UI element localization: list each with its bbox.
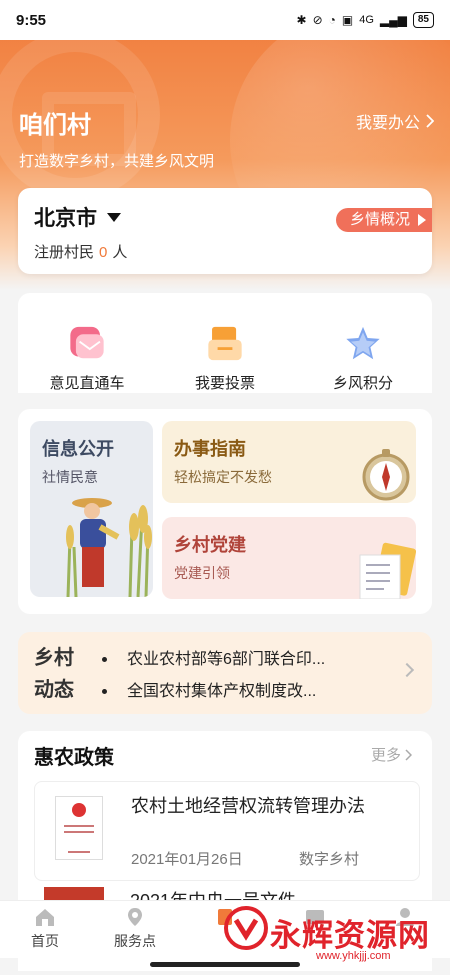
- section-title: 惠农政策: [34, 747, 114, 769]
- slogan: 打造数字乡村，共建乡风文明: [19, 153, 215, 170]
- national-emblem-icon: [72, 803, 86, 817]
- tab-home[interactable]: 首页: [0, 901, 90, 958]
- ballot-icon: [208, 326, 242, 361]
- party-building-card[interactable]: 乡村党建 党建引领: [162, 517, 416, 599]
- bluetooth-icon: ✱: [296, 13, 307, 27]
- document-thumbnail: [55, 796, 103, 860]
- quick-action-points[interactable]: 乡风积分: [294, 293, 432, 393]
- signal-icon: ▂▄▆: [379, 13, 407, 27]
- office-link[interactable]: 我要办公: [356, 109, 434, 133]
- news-item[interactable]: 农业农村部等6部门联合印...: [102, 644, 392, 676]
- party-card-title: 乡村党建: [174, 535, 246, 555]
- policy-date: 2021年01月26日: [131, 851, 243, 868]
- star-icon: [346, 326, 380, 360]
- site-watermark: 永辉资源网 www.yhkjjj.com: [210, 902, 450, 964]
- info-card-subtitle: 社情民意: [42, 469, 98, 485]
- village-news[interactable]: 乡村 动态 农业农村部等6部门联合印... 全国农村集体产权制度改...: [18, 632, 432, 714]
- info-disclosure-card[interactable]: 信息公开 社情民意: [30, 421, 153, 597]
- document-folder-icon: [359, 542, 416, 599]
- battery-icon: 85: [412, 12, 434, 28]
- more-link[interactable]: 更多: [371, 744, 412, 765]
- home-icon: [36, 909, 54, 926]
- mail-icon: [70, 326, 104, 359]
- clock-icon: ◔: [328, 13, 336, 27]
- watermark-logo-icon: [224, 906, 268, 950]
- quick-actions: 意见直通车 我要投票 乡风积分: [18, 293, 432, 393]
- location-icon: [128, 908, 142, 926]
- status-bar: 9:55 ✱ ⊘ ◔ ▣ 4G ▂▄▆ 85: [0, 0, 450, 40]
- news-title: 乡村 动态: [34, 647, 74, 701]
- quick-action-feedback[interactable]: 意见直通车: [18, 293, 156, 393]
- city-name: 北京市: [34, 207, 97, 230]
- news-item[interactable]: 全国农村集体产权制度改...: [102, 676, 392, 708]
- play-arrow-icon: [418, 214, 426, 226]
- guide-card-title: 办事指南: [174, 439, 246, 459]
- info-card-title: 信息公开: [42, 439, 114, 459]
- home-indicator: [150, 962, 300, 967]
- tab-service-point[interactable]: 服务点: [90, 901, 180, 958]
- policy-source: 数字乡村: [299, 851, 360, 868]
- services-panel: 信息公开 社情民意 办事指南 轻松搞定不发愁 乡村党建 党建引领: [18, 409, 432, 614]
- hd-icon: ▣: [341, 13, 354, 27]
- overview-button[interactable]: 乡情概况: [335, 208, 432, 232]
- residents-count: 注册村民 0 人: [34, 244, 128, 261]
- policy-item[interactable]: 农村土地经营权流转管理办法 2021年01月26日 数字乡村: [34, 781, 420, 881]
- policy-name: 农村土地经营权流转管理办法: [131, 796, 365, 816]
- guide-card-subtitle: 轻松搞定不发愁: [174, 469, 272, 485]
- city-card: 北京市 注册村民 0 人 乡情概况: [18, 188, 432, 274]
- city-selector[interactable]: 北京市: [34, 202, 121, 232]
- dropdown-triangle-icon: [107, 212, 121, 222]
- chevron-right-icon: [405, 748, 412, 761]
- farmer-illustration: [66, 498, 152, 597]
- service-guide-card[interactable]: 办事指南 轻松搞定不发愁: [162, 421, 416, 503]
- party-card-subtitle: 党建引领: [174, 565, 230, 581]
- news-list: 农业农村部等6部门联合印... 全国农村集体产权制度改...: [102, 644, 392, 708]
- mute-icon: ⊘: [312, 13, 323, 27]
- chevron-right-icon: [399, 662, 415, 678]
- network-indicator: 4G: [359, 14, 374, 26]
- compass-icon: [362, 449, 410, 501]
- village-name: 咱们村: [19, 112, 91, 139]
- chevron-right-icon: [426, 114, 434, 128]
- quick-action-vote[interactable]: 我要投票: [156, 293, 294, 393]
- status-time: 9:55: [16, 11, 47, 29]
- office-link-label: 我要办公: [355, 115, 420, 132]
